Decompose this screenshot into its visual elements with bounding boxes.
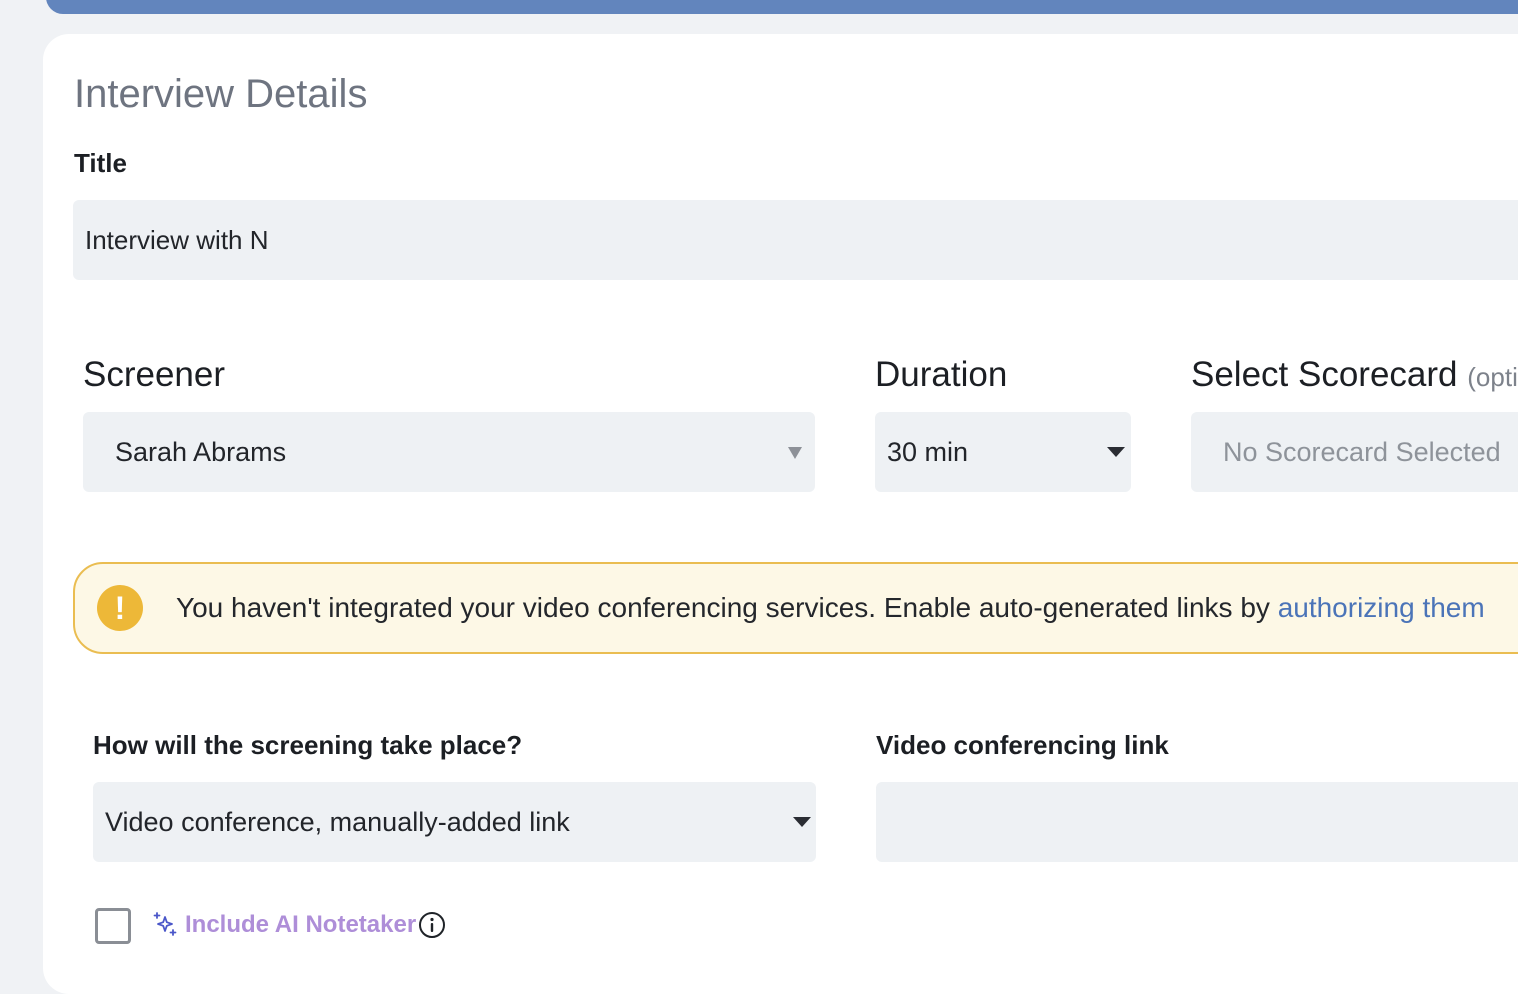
chevron-down-icon — [1107, 447, 1125, 457]
screening-method-label: How will the screening take place? — [93, 730, 523, 760]
duration-value: 30 min — [887, 436, 969, 467]
section-title: Interview Details — [74, 72, 368, 116]
screener-select[interactable]: Sarah Abrams — [83, 412, 815, 492]
ai-notetaker-checkbox[interactable] — [95, 908, 131, 944]
scorecard-optional-note: (optional) — [1467, 362, 1518, 392]
video-link-label: Video conferencing link — [876, 730, 1169, 760]
ai-notetaker-label[interactable]: Include AI Notetaker — [185, 911, 416, 939]
alert-text: You haven't integrated your video confer… — [176, 592, 1278, 623]
top-accent-bar — [46, 0, 1518, 14]
exclamation-icon: ! — [97, 585, 143, 631]
screener-label: Screener — [83, 355, 226, 394]
title-label: Title — [74, 148, 127, 178]
screening-method-value: Video conference, manually-added link — [105, 806, 570, 837]
scorecard-placeholder: No Scorecard Selected — [1223, 436, 1501, 467]
authorize-link[interactable]: authorizing them — [1278, 592, 1485, 623]
scorecard-label: Select Scorecard (optional) — [1191, 355, 1518, 395]
duration-select[interactable]: 30 min — [875, 412, 1131, 492]
chevron-down-icon — [793, 817, 811, 827]
info-icon[interactable] — [418, 911, 446, 939]
title-input[interactable] — [73, 200, 1518, 280]
alert-message: You haven't integrated your video confer… — [176, 592, 1485, 624]
chevron-down-icon — [788, 447, 802, 459]
duration-label: Duration — [875, 355, 1008, 394]
screening-method-select[interactable]: Video conference, manually-added link — [93, 782, 816, 862]
scorecard-select[interactable]: No Scorecard Selected — [1191, 412, 1518, 492]
video-link-input[interactable] — [876, 782, 1518, 862]
screener-value: Sarah Abrams — [115, 436, 287, 467]
scorecard-label-text: Select Scorecard — [1191, 355, 1458, 394]
video-integration-alert: ! You haven't integrated your video conf… — [73, 562, 1518, 654]
sparkle-icon — [153, 912, 177, 936]
